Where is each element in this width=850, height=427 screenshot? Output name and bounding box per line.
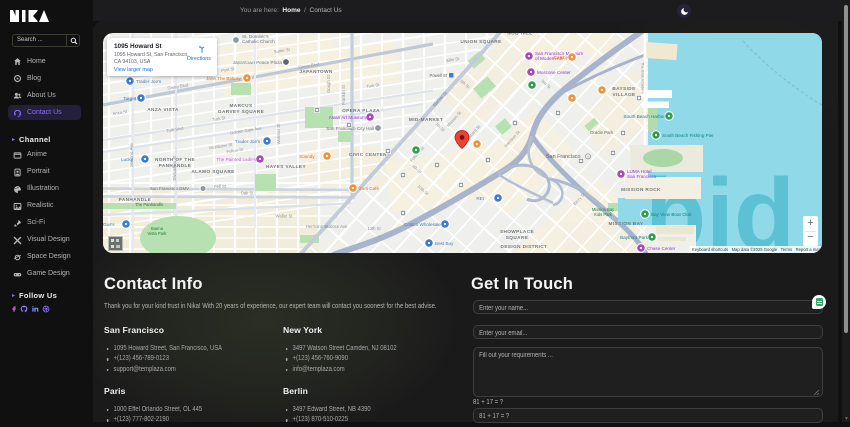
svg-text:Gatsby: Gatsby xyxy=(553,55,568,60)
svg-text:Catholic Church: Catholic Church xyxy=(242,39,275,44)
svg-text:Gough St: Gough St xyxy=(326,74,331,93)
svg-text:The Painted Ladies: The Painted Ladies xyxy=(216,157,256,162)
svg-text:Costco Wholesale: Costco Wholesale xyxy=(404,222,441,227)
svg-text:Jane The Bakery: Jane The Bakery xyxy=(206,76,241,81)
svg-text:DESIGN DISTRICT: DESIGN DISTRICT xyxy=(501,244,548,249)
svg-text:13th St: 13th St xyxy=(367,226,381,231)
svg-text:San Francisco: San Francisco xyxy=(627,174,657,179)
svg-text:Franklin St: Franklin St xyxy=(341,84,346,105)
svg-text:Best Buy: Best Buy xyxy=(435,241,454,246)
svg-text:Bay View Boat Club: Bay View Boat Club xyxy=(651,212,692,217)
svg-text:Lucky: Lucky xyxy=(121,157,134,162)
svg-text:Gus's: Gus's xyxy=(103,222,115,227)
svg-text:ANZA VISTA: ANZA VISTA xyxy=(147,107,179,112)
svg-text:Bayfront Park: Bayfront Park xyxy=(620,235,649,240)
svg-text:SQUARE: SQUARE xyxy=(506,235,528,240)
svg-text:MISSION BAY: MISSION BAY xyxy=(609,221,644,226)
svg-text:Kids Park: Kids Park xyxy=(594,212,613,217)
svg-text:OPERA PLAZA: OPERA PLAZA xyxy=(342,108,380,113)
svg-text:Fell St: Fell St xyxy=(214,184,227,189)
svg-text:Oak St: Oak St xyxy=(241,191,255,196)
svg-text:South Beach Harbor: South Beach Harbor xyxy=(623,114,665,119)
svg-text:San Francisco DMV: San Francisco DMV xyxy=(150,186,189,191)
svg-text:REI: REI xyxy=(476,196,484,201)
svg-text:Divisadero St: Divisadero St xyxy=(172,155,177,181)
svg-text:Zuni Café: Zuni Café xyxy=(359,186,379,191)
svg-text:UNION SQUARE: UNION SQUARE xyxy=(460,39,501,44)
svg-text:MARCUS: MARCUS xyxy=(230,103,253,108)
svg-text:Waller St: Waller St xyxy=(276,214,294,219)
svg-text:Webster St: Webster St xyxy=(276,123,281,144)
svg-text:VILLAGE: VILLAGE xyxy=(612,92,635,97)
svg-text:San Francisco: San Francisco xyxy=(546,154,580,160)
svg-text:Target: Target xyxy=(123,96,136,101)
svg-text:The Panhandle: The Panhandle xyxy=(135,202,164,207)
svg-text:South Beach Fishing Pier: South Beach Fishing Pier xyxy=(662,133,714,138)
svg-text:Trader Joe's: Trader Joe's xyxy=(136,79,162,84)
svg-text:GARVEY SQUARE: GARVEY SQUARE xyxy=(218,109,264,114)
svg-text:NOB HILL: NOB HILL xyxy=(507,33,532,36)
svg-text:CIVIC CENTER: CIVIC CENTER xyxy=(349,152,387,157)
svg-text:Asian Art Museum: Asian Art Museum xyxy=(329,115,366,120)
svg-text:Vista Park: Vista Park xyxy=(147,231,167,236)
svg-text:Trader Joe's: Trader Joe's xyxy=(235,139,261,144)
svg-text:BAYSIDE: BAYSIDE xyxy=(612,86,635,91)
svg-text:MISSION ROCK: MISSION ROCK xyxy=(621,187,661,192)
svg-text:HAYES VALLEY: HAYES VALLEY xyxy=(266,164,306,169)
svg-text:Moscone Center: Moscone Center xyxy=(537,70,571,75)
svg-text:SHOWPLACE: SHOWPLACE xyxy=(500,229,534,234)
svg-text:Duboce Ave: Duboce Ave xyxy=(325,224,348,229)
svg-text:Chase Center: Chase Center xyxy=(647,246,676,251)
svg-text:Powell St: Powell St xyxy=(430,73,448,78)
svg-text:Oracle Park: Oracle Park xyxy=(590,130,614,135)
svg-text:JAPANTOWN: JAPANTOWN xyxy=(299,69,333,74)
svg-text:ALAMO SQUARE: ALAMO SQUARE xyxy=(191,169,234,174)
svg-text:Masonic Ave: Masonic Ave xyxy=(129,142,134,166)
svg-text:Japantown Peace Plaza: Japantown Peace Plaza xyxy=(233,60,283,65)
svg-text:The Embarcadero: The Embarcadero xyxy=(641,62,646,95)
svg-text:Soundy: Soundy xyxy=(299,154,315,159)
